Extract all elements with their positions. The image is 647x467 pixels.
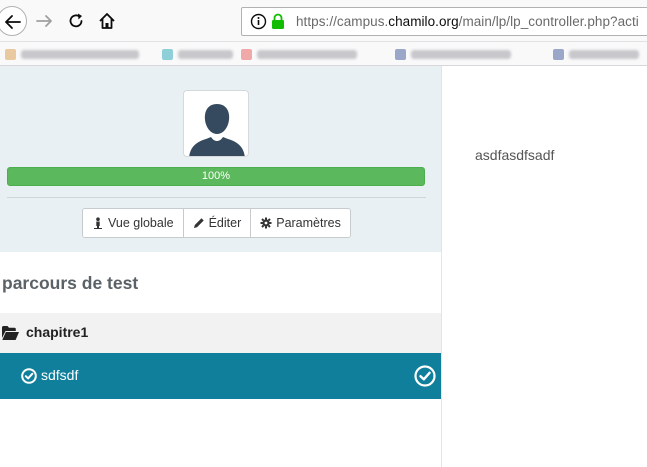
edit-button[interactable]: Éditer	[183, 209, 252, 237]
settings-button[interactable]: Paramètres	[251, 209, 350, 237]
lock-icon	[272, 13, 284, 29]
folder-open-icon	[2, 326, 19, 340]
info-icon[interactable]	[250, 13, 267, 30]
divider	[7, 197, 426, 198]
favicon-icon	[395, 48, 406, 60]
home-button[interactable]	[97, 11, 117, 31]
sidebar-header: 100% Vue globale Éditer Paramètres	[0, 66, 441, 252]
completed-status-icon	[414, 365, 436, 387]
favicon-icon	[553, 48, 564, 60]
progress-label: 100%	[201, 170, 231, 182]
user-silhouette-icon	[189, 104, 245, 156]
edit-label: Éditer	[208, 216, 242, 230]
arrow-right-icon	[36, 15, 52, 27]
content-body-text: asdfasdfsadf	[475, 147, 555, 163]
overview-button[interactable]: Vue globale	[83, 209, 184, 237]
favicon-icon	[5, 48, 16, 60]
check-circle-icon	[21, 368, 37, 384]
back-button[interactable]	[0, 6, 27, 36]
progress-bar: 100%	[7, 167, 425, 186]
reload-icon	[69, 13, 83, 28]
chapter-label: chapitre1	[26, 324, 89, 340]
person-icon	[94, 217, 102, 229]
arrow-left-icon	[5, 15, 21, 29]
bookmark-item[interactable]	[241, 47, 357, 61]
settings-label: Paramètres	[276, 216, 341, 230]
chapter-row[interactable]: chapitre1	[0, 313, 441, 353]
favicon-icon	[241, 48, 252, 60]
pencil-icon	[193, 218, 204, 228]
reload-button[interactable]	[66, 11, 86, 31]
avatar	[183, 90, 249, 157]
lp-item-label: sdfsdf	[41, 367, 79, 383]
favicon-icon	[162, 48, 173, 60]
bookmark-item[interactable]	[5, 47, 139, 61]
browser-toolbar: https://campus.chamilo.org/main/lp/lp_co…	[0, 0, 647, 42]
url-bar[interactable]: https://campus.chamilo.org/main/lp/lp_co…	[241, 7, 647, 36]
gear-icon	[260, 217, 272, 229]
learning-path-title: parcours de test	[2, 273, 139, 293]
home-icon	[99, 13, 115, 29]
action-button-group: Vue globale Éditer Paramètres	[82, 208, 351, 238]
bookmarks-bar	[0, 42, 647, 66]
bookmark-item[interactable]	[553, 47, 639, 61]
overview-label: Vue globale	[108, 216, 174, 230]
forward-button[interactable]	[35, 11, 55, 31]
panel-divider	[441, 66, 442, 467]
bookmark-item[interactable]	[162, 47, 233, 61]
bookmark-item[interactable]	[395, 47, 511, 61]
lp-item-active[interactable]: sdfsdf	[0, 353, 441, 399]
url-text: https://campus.chamilo.org/main/lp/lp_co…	[296, 14, 639, 29]
